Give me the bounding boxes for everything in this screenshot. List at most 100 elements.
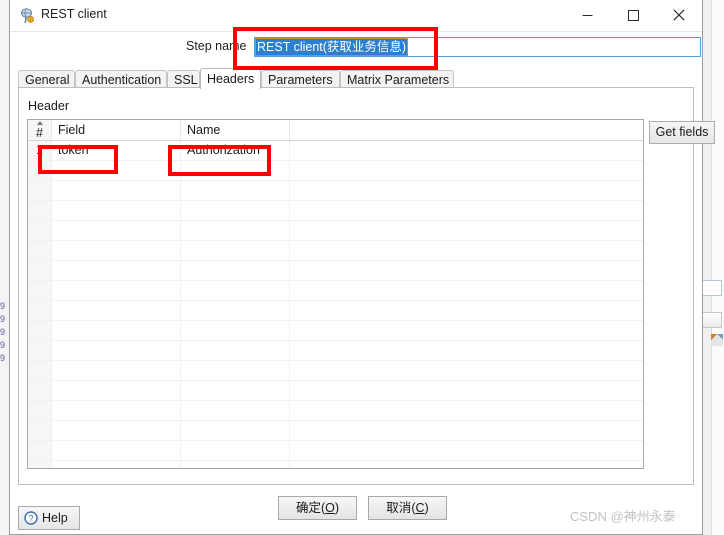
cell-empty-rest[interactable] <box>290 361 643 380</box>
cell-empty-name[interactable] <box>181 381 290 400</box>
column-header-index[interactable]: # <box>28 120 52 140</box>
cell-field[interactable]: token <box>52 141 181 160</box>
cell-empty-name[interactable] <box>181 401 290 420</box>
headers-table[interactable]: # Field Name 1 token Authorization <box>27 119 644 469</box>
maximize-button[interactable] <box>610 0 656 30</box>
cell-empty-rest[interactable] <box>290 341 643 360</box>
cell-empty-idx <box>28 421 52 440</box>
tab-ssl[interactable]: SSL <box>167 70 200 88</box>
table-row-empty[interactable] <box>28 461 643 468</box>
cell-empty-rest[interactable] <box>290 461 643 468</box>
cell-empty-field[interactable] <box>52 261 181 280</box>
cell-empty-rest[interactable] <box>290 221 643 240</box>
cell-empty-name[interactable] <box>181 301 290 320</box>
headers-tab-panel: Header # Field Name 1 token Authorizatio… <box>18 87 715 485</box>
cell-empty-rest[interactable] <box>290 181 643 200</box>
help-button[interactable]: ? Help <box>18 506 80 530</box>
table-row-empty[interactable] <box>28 441 643 461</box>
cell-empty-field[interactable] <box>52 441 181 460</box>
tab-strip: General Authentication SSL Headers Param… <box>18 68 694 89</box>
cell-empty-name[interactable] <box>181 241 290 260</box>
table-row-empty[interactable] <box>28 361 643 381</box>
cell-extra[interactable] <box>290 141 643 160</box>
tab-matrix-parameters[interactable]: Matrix Parameters <box>340 70 454 88</box>
cell-empty-field[interactable] <box>52 421 181 440</box>
tab-parameters[interactable]: Parameters <box>261 70 340 88</box>
cell-empty-rest[interactable] <box>290 421 643 440</box>
cell-empty-name[interactable] <box>181 181 290 200</box>
cell-empty-field[interactable] <box>52 321 181 340</box>
cell-empty-field[interactable] <box>52 301 181 320</box>
window-title: REST client <box>41 7 107 21</box>
help-label: Help <box>42 511 68 525</box>
minimize-icon <box>582 14 592 16</box>
cell-empty-name[interactable] <box>181 261 290 280</box>
cell-empty-name[interactable] <box>181 441 290 460</box>
cell-name[interactable]: Authorization <box>181 141 290 160</box>
table-row-empty[interactable] <box>28 301 643 321</box>
cell-empty-rest[interactable] <box>290 381 643 400</box>
cell-empty-name[interactable] <box>181 461 290 468</box>
cell-empty-name[interactable] <box>181 201 290 220</box>
table-row-empty[interactable] <box>28 201 643 221</box>
cell-empty-rest[interactable] <box>290 281 643 300</box>
table-row-empty[interactable] <box>28 181 643 201</box>
column-header-name[interactable]: Name <box>181 120 290 140</box>
step-name-row: Step name REST client(获取业务信息) <box>10 31 702 62</box>
cell-empty-name[interactable] <box>181 341 290 360</box>
table-row-empty[interactable] <box>28 421 643 441</box>
cell-empty-field[interactable] <box>52 381 181 400</box>
rest-client-icon: ! <box>19 8 35 24</box>
table-row-empty[interactable] <box>28 341 643 361</box>
cell-empty-rest[interactable] <box>290 321 643 340</box>
table-row-empty[interactable] <box>28 221 643 241</box>
table-row-empty[interactable] <box>28 401 643 421</box>
cell-empty-name[interactable] <box>181 361 290 380</box>
column-header-field[interactable]: Field <box>52 120 181 140</box>
get-fields-button[interactable]: Get fields <box>649 121 715 144</box>
ok-button[interactable]: 确定(O) <box>278 496 357 520</box>
table-row-empty[interactable] <box>28 261 643 281</box>
cell-empty-name[interactable] <box>181 321 290 340</box>
cell-empty-idx <box>28 441 52 460</box>
step-name-label: Step name <box>186 39 247 53</box>
cell-empty-rest[interactable] <box>290 301 643 320</box>
table-row-empty[interactable] <box>28 381 643 401</box>
cell-empty-rest[interactable] <box>290 261 643 280</box>
cell-empty-rest[interactable] <box>290 241 643 260</box>
cell-empty-rest[interactable] <box>290 161 643 180</box>
cell-empty-field[interactable] <box>52 401 181 420</box>
cell-empty-field[interactable] <box>52 361 181 380</box>
table-row[interactable]: 1 token Authorization <box>28 141 643 161</box>
cell-empty-name[interactable] <box>181 281 290 300</box>
cell-empty-name[interactable] <box>181 161 290 180</box>
table-row-empty[interactable] <box>28 281 643 301</box>
cell-empty-name[interactable] <box>181 221 290 240</box>
cell-empty-name[interactable] <box>181 421 290 440</box>
cell-empty-field[interactable] <box>52 341 181 360</box>
column-header-extra[interactable] <box>290 120 643 140</box>
cell-empty-rest[interactable] <box>290 201 643 220</box>
tab-general[interactable]: General <box>18 70 75 88</box>
tab-authentication[interactable]: Authentication <box>75 70 167 88</box>
cell-empty-idx <box>28 401 52 420</box>
cell-empty-field[interactable] <box>52 201 181 220</box>
cell-empty-field[interactable] <box>52 221 181 240</box>
cell-empty-field[interactable] <box>52 281 181 300</box>
watermark: CSDN @神州永泰 <box>570 509 676 524</box>
cell-empty-field[interactable] <box>52 461 181 468</box>
cell-empty-field[interactable] <box>52 161 181 180</box>
step-name-input[interactable]: REST client(获取业务信息) <box>254 37 701 57</box>
cell-empty-field[interactable] <box>52 241 181 260</box>
cell-empty-rest[interactable] <box>290 441 643 460</box>
cancel-button[interactable]: 取消(C) <box>368 496 447 520</box>
cell-empty-field[interactable] <box>52 181 181 200</box>
table-row-empty[interactable] <box>28 161 643 181</box>
minimize-button[interactable] <box>564 0 610 30</box>
table-row-empty[interactable] <box>28 321 643 341</box>
step-name-value: REST client(获取业务信息) <box>254 38 409 56</box>
cell-empty-rest[interactable] <box>290 401 643 420</box>
table-row-empty[interactable] <box>28 241 643 261</box>
tab-headers[interactable]: Headers <box>200 68 261 89</box>
close-button[interactable] <box>656 0 702 30</box>
